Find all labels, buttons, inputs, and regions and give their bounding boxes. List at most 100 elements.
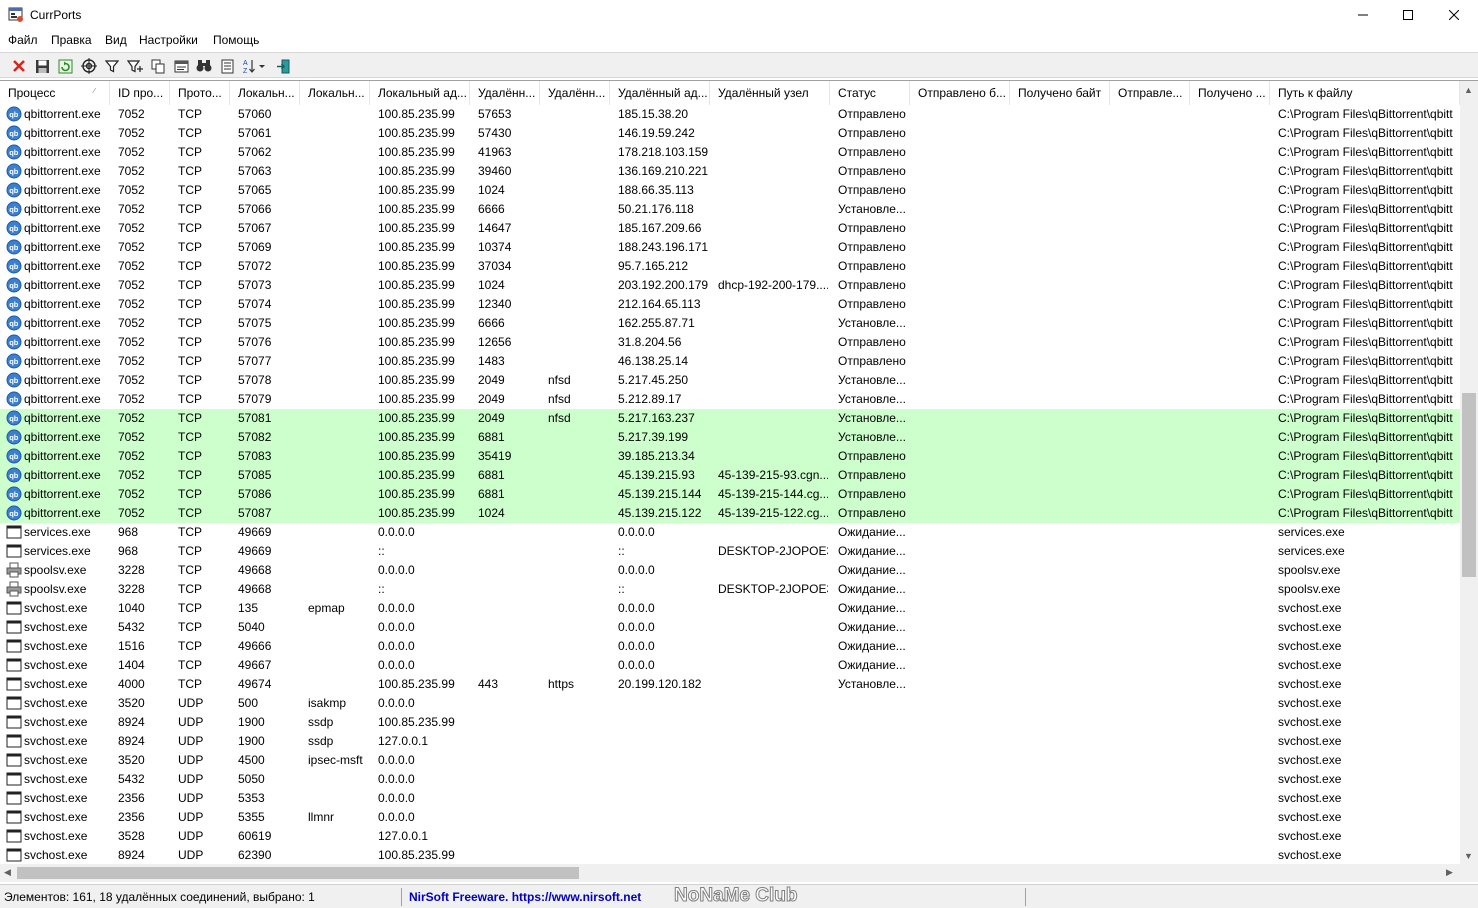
col-process-path-cell: svchost.exe xyxy=(1278,810,1342,824)
table-row[interactable]: qb qbittorrent.exe 7052 TCP 57075 100.85.235.… xyxy=(0,314,1460,333)
column-header-process-path[interactable]: Путь к файлу xyxy=(1270,81,1460,105)
table-row[interactable]: svchost.exe 3520 UDP 500 isakmp 0.0.0.0 svchos… xyxy=(0,694,1460,713)
table-row[interactable]: spoolsv.exe 3228 TCP 49668 0.0.0.0 0.0.0.0 Ожи… xyxy=(0,561,1460,580)
table-row[interactable]: svchost.exe 2356 UDP 5355 llmnr 0.0.0.0 svchos… xyxy=(0,808,1460,827)
column-header-local-address[interactable]: Локальный ад... xyxy=(370,81,470,105)
table-row[interactable]: svchost.exe 1516 TCP 49666 0.0.0.0 0.0.0.0 Ожи… xyxy=(0,637,1460,656)
menu-edit[interactable]: Правка xyxy=(51,33,92,47)
maximize-button[interactable] xyxy=(1385,0,1431,30)
scroll-up-icon[interactable]: ▲ xyxy=(1464,85,1473,95)
table-row[interactable]: qb qbittorrent.exe 7052 TCP 57087 100.85.235.… xyxy=(0,504,1460,523)
column-header-remote-host[interactable]: Удалённый узел xyxy=(710,81,830,105)
advanced-filter-button[interactable] xyxy=(125,56,145,76)
svg-text:Z: Z xyxy=(243,68,248,74)
table-row[interactable]: qb qbittorrent.exe 7052 TCP 57065 100.85.235.… xyxy=(0,181,1460,200)
table-row[interactable]: qb qbittorrent.exe 7052 TCP 57077 100.85.235.… xyxy=(0,352,1460,371)
table-row[interactable]: qb qbittorrent.exe 7052 TCP 57085 100.85.235.… xyxy=(0,466,1460,485)
table-row[interactable]: qb qbittorrent.exe 7052 TCP 57063 100.85.235.… xyxy=(0,162,1460,181)
table-row[interactable]: svchost.exe 2356 UDP 5353 0.0.0.0 svchost.exe xyxy=(0,789,1460,808)
col-process-path-cell: C:\Program Files\qBittorrent\qbitt xyxy=(1278,221,1453,235)
column-header-protocol[interactable]: Прото... xyxy=(170,81,230,105)
column-header-local-port[interactable]: Локальн... xyxy=(230,81,300,105)
table-row[interactable]: qb qbittorrent.exe 7052 TCP 57074 100.85.235.… xyxy=(0,295,1460,314)
toolbar: AZ xyxy=(0,52,1478,78)
column-header-received-packets[interactable]: Получено ... xyxy=(1190,81,1270,105)
table-row[interactable]: qb qbittorrent.exe 7052 TCP 57061 100.85.235.… xyxy=(0,124,1460,143)
column-header-received-bytes[interactable]: Получено байт xyxy=(1010,81,1110,105)
column-header-state[interactable]: Статус xyxy=(830,81,910,105)
col-local-address-cell: 100.85.235.99 xyxy=(378,202,455,216)
col-local-address-cell: 100.85.235.99 xyxy=(378,487,455,501)
status-summary: Элементов: 161, 18 удалённых соединений,… xyxy=(4,890,315,904)
col-local-address-cell: 100.85.235.99 xyxy=(378,126,455,140)
refresh-button[interactable] xyxy=(55,56,75,76)
table-row[interactable]: qb qbittorrent.exe 7052 TCP 57082 100.85.235.… xyxy=(0,428,1460,447)
column-header-pid[interactable]: ID про... xyxy=(110,81,170,105)
table-row[interactable]: svchost.exe 8924 UDP 1900 ssdp 127.0.0.1 svcho… xyxy=(0,732,1460,751)
table-row[interactable]: qb qbittorrent.exe 7052 TCP 57067 100.85.235.… xyxy=(0,219,1460,238)
table-row[interactable]: svchost.exe 1040 TCP 135 epmap 0.0.0.0 0.0.0.0… xyxy=(0,599,1460,618)
col-process-cell: svchost.exe xyxy=(24,696,88,710)
column-header-remote-port-name[interactable]: Удалённ... xyxy=(540,81,610,105)
close-window-button[interactable] xyxy=(1431,0,1477,30)
menu-view[interactable]: Вид xyxy=(105,33,127,47)
table-row[interactable]: qb qbittorrent.exe 7052 TCP 57066 100.85.235.… xyxy=(0,200,1460,219)
col-local-port-cell: 4500 xyxy=(238,753,265,767)
table-row[interactable]: svchost.exe 3528 UDP 60619 127.0.0.1 svchost.… xyxy=(0,827,1460,846)
menu-settings[interactable]: Настройки xyxy=(139,33,198,47)
table-row[interactable]: qb qbittorrent.exe 7052 TCP 57076 100.85.235.… xyxy=(0,333,1460,352)
filter-button[interactable] xyxy=(102,56,122,76)
column-header-local-port-name[interactable]: Локальн... xyxy=(300,81,370,105)
vertical-scrollbar[interactable]: ▲ ▼ xyxy=(1460,81,1478,865)
table-row[interactable]: spoolsv.exe 3228 TCP 49668:::: DESKTOP-2JOPO… xyxy=(0,580,1460,599)
col-pid-cell: 5432 xyxy=(118,620,145,634)
table-row[interactable]: services.exe 968 TCP 49669 0.0.0.0 0.0.0.0 Ожи… xyxy=(0,523,1460,542)
col-pid-cell: 968 xyxy=(118,544,139,558)
table-row[interactable]: qb qbittorrent.exe 7052 TCP 57062 100.85.235.… xyxy=(0,143,1460,162)
table-row[interactable]: qb qbittorrent.exe 7052 TCP 57086 100.85.235.… xyxy=(0,485,1460,504)
column-header-sent-bytes[interactable]: Отправлено б... xyxy=(910,81,1010,105)
column-header-process[interactable]: Процесс ⁄ xyxy=(0,81,110,105)
table-row[interactable]: svchost.exe 5432 UDP 5050 0.0.0.0 svchost.exe xyxy=(0,770,1460,789)
table-row[interactable]: svchost.exe 5432 TCP 5040 0.0.0.0 0.0.0.0 Ожид… xyxy=(0,618,1460,637)
table-row[interactable]: services.exe 968 TCP 49669:::: DESKTOP-2JOPO… xyxy=(0,542,1460,561)
column-header-sent-packets[interactable]: Отправле... xyxy=(1110,81,1190,105)
column-header-remote-port[interactable]: Удалённ... xyxy=(470,81,540,105)
table-row[interactable]: qb qbittorrent.exe 7052 TCP 57078 100.85.235.… xyxy=(0,371,1460,390)
scroll-left-icon[interactable]: ◀ xyxy=(4,867,11,878)
table-row[interactable]: qb qbittorrent.exe 7052 TCP 57073 100.85.235.… xyxy=(0,276,1460,295)
find-button[interactable] xyxy=(194,56,214,76)
sort-button[interactable]: AZ xyxy=(242,56,270,76)
table-row[interactable]: qb qbittorrent.exe 7052 TCP 57083 100.85.235.… xyxy=(0,447,1460,466)
table-row[interactable]: qb qbittorrent.exe 7052 TCP 57079 100.85.235.… xyxy=(0,390,1460,409)
copy-button[interactable] xyxy=(148,56,168,76)
table-row[interactable]: qb qbittorrent.exe 7052 TCP 57081 100.85.235.… xyxy=(0,409,1460,428)
menu-file[interactable]: Файл xyxy=(8,33,38,47)
qbittorrent-icon: qb xyxy=(6,315,22,331)
table-row[interactable]: qb qbittorrent.exe 7052 TCP 57060 100.85.235.… xyxy=(0,105,1460,124)
properties-button[interactable] xyxy=(79,56,99,76)
menu-help[interactable]: Помощь xyxy=(213,33,259,47)
table-row[interactable]: qb qbittorrent.exe 7052 TCP 57069 100.85.235.… xyxy=(0,238,1460,257)
vertical-scroll-thumb[interactable] xyxy=(1462,393,1476,577)
table-row[interactable]: svchost.exe 4000 TCP 49674 100.85.235.99 443 h… xyxy=(0,675,1460,694)
close-connection-button[interactable] xyxy=(9,56,29,76)
connections-list[interactable]: Процесс ⁄ ID про... Прото... Локальн... Локал… xyxy=(0,80,1478,882)
nirsoft-link[interactable]: NirSoft Freeware. https://www.nirsoft.ne… xyxy=(409,890,641,904)
scroll-down-icon[interactable]: ▼ xyxy=(1464,851,1473,861)
col-local-port-cell: 60619 xyxy=(238,829,272,843)
horizontal-scroll-thumb[interactable] xyxy=(17,867,579,879)
html-report-button[interactable] xyxy=(171,56,191,76)
table-row[interactable]: svchost.exe 8924 UDP 1900 ssdp 100.85.235.99 s… xyxy=(0,713,1460,732)
horizontal-scrollbar[interactable]: ◀ ▶ xyxy=(0,864,1460,882)
save-button[interactable] xyxy=(32,56,52,76)
table-row[interactable]: svchost.exe 8924 UDP 62390 100.85.235.99 svch… xyxy=(0,846,1460,865)
document-button[interactable] xyxy=(217,56,237,76)
minimize-button[interactable] xyxy=(1340,0,1386,30)
table-row[interactable]: svchost.exe 1404 TCP 49667 0.0.0.0 0.0.0.0 Ожи… xyxy=(0,656,1460,675)
scroll-right-icon[interactable]: ▶ xyxy=(1446,867,1453,878)
exit-button[interactable] xyxy=(273,56,293,76)
table-row[interactable]: svchost.exe 3520 UDP 4500 ipsec-msft 0.0.0.0 s… xyxy=(0,751,1460,770)
column-header-remote-address[interactable]: Удалённый ад... xyxy=(610,81,710,105)
table-row[interactable]: qb qbittorrent.exe 7052 TCP 57072 100.85.235.… xyxy=(0,257,1460,276)
